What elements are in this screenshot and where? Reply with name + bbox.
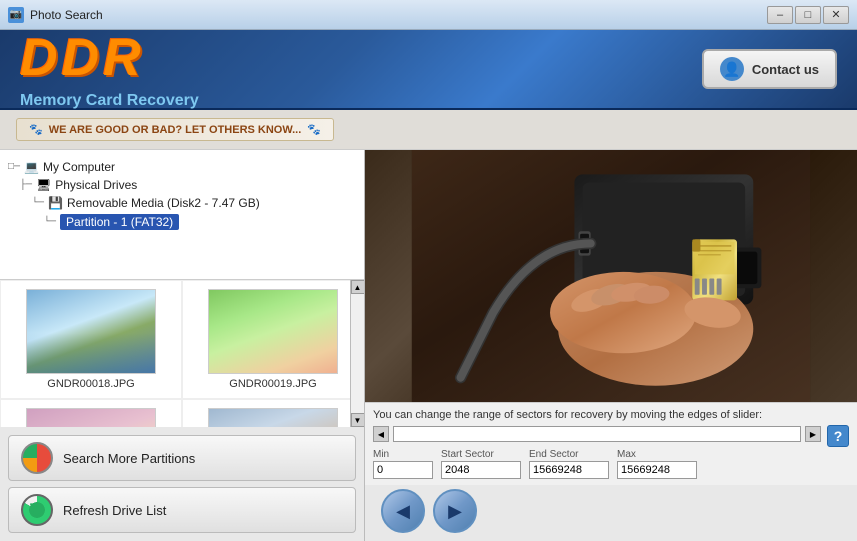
nav-buttons: ◀ ▶ bbox=[381, 489, 477, 533]
start-label: Start Sector bbox=[441, 449, 521, 460]
tree-connector-2: └─ bbox=[32, 198, 44, 209]
contact-label: Contact us bbox=[752, 62, 819, 77]
title-bar: 📷 Photo Search – □ ✕ bbox=[0, 0, 857, 30]
drives-icon: 🖥 bbox=[36, 178, 51, 192]
scroll-down-btn[interactable]: ▼ bbox=[351, 413, 365, 427]
tree-connector-0: □─ bbox=[8, 162, 20, 173]
tree-item-drives[interactable]: ├─ 🖥 Physical Drives bbox=[8, 176, 356, 194]
photo-thumb-4 bbox=[208, 408, 338, 427]
close-button[interactable]: ✕ bbox=[823, 6, 849, 24]
partition-label: Partition - 1 (FAT32) bbox=[60, 214, 179, 230]
help-button[interactable]: ? bbox=[827, 425, 849, 447]
start-sector-input[interactable] bbox=[441, 461, 521, 479]
tree-label-removable: Removable Media (Disk2 - 7.47 GB) bbox=[67, 196, 260, 210]
scroll-up-btn[interactable]: ▲ bbox=[351, 280, 365, 294]
min-sector-group: Min bbox=[373, 449, 433, 479]
photo-label-2: GNDR00019.JPG bbox=[229, 378, 316, 390]
grid-scrollbar[interactable]: ▲ ▼ bbox=[350, 280, 364, 427]
rating-icon-right: 🐾 bbox=[307, 123, 321, 136]
slider-track[interactable] bbox=[393, 426, 801, 442]
photo-cell-1[interactable]: GNDR00018.JPG bbox=[0, 280, 182, 399]
slider-left-btn[interactable]: ◀ bbox=[373, 426, 389, 442]
end-sector-input[interactable] bbox=[529, 461, 609, 479]
photo-cell-2[interactable]: GNDR00019.JPG bbox=[182, 280, 364, 399]
search-partitions-icon bbox=[21, 442, 53, 474]
window-title: Photo Search bbox=[30, 8, 767, 22]
tree-connector-1: ├─ bbox=[20, 180, 32, 191]
photo-preview bbox=[365, 150, 857, 402]
scrollbar-track bbox=[351, 294, 365, 413]
rating-icon-left: 🐾 bbox=[29, 123, 43, 136]
left-panel: □─ 💻 My Computer ├─ 🖥 Physical Drives └─… bbox=[0, 150, 365, 541]
app-subtitle: Memory Card Recovery bbox=[20, 92, 199, 110]
photo-grid: GNDR00018.JPG GNDR00019.JPG GNDR00020.JP… bbox=[0, 280, 364, 427]
title-buttons: – □ ✕ bbox=[767, 6, 849, 24]
photo-thumb-3 bbox=[26, 408, 156, 427]
recovery-controls: You can change the range of sectors for … bbox=[365, 402, 857, 485]
removable-icon: 💾 bbox=[48, 196, 63, 210]
prev-button[interactable]: ◀ bbox=[381, 489, 425, 533]
slider-right-btn[interactable]: ▶ bbox=[805, 426, 821, 442]
refresh-drive-icon: ↻ bbox=[21, 494, 53, 526]
preview-svg bbox=[365, 150, 857, 402]
min-label: Min bbox=[373, 449, 433, 460]
nav-buttons-row: ◀ ▶ bbox=[365, 485, 857, 541]
header-left: DDR Memory Card Recovery bbox=[20, 28, 199, 110]
max-label: Max bbox=[617, 449, 697, 460]
min-input[interactable] bbox=[373, 461, 433, 479]
max-input[interactable] bbox=[617, 461, 697, 479]
right-panel: You can change the range of sectors for … bbox=[365, 150, 857, 541]
recovery-instruction: You can change the range of sectors for … bbox=[373, 409, 849, 421]
photo-cell-3[interactable]: GNDR00020.JPG bbox=[0, 399, 182, 427]
photo-cell-4[interactable]: GNDR00021.JPG bbox=[182, 399, 364, 427]
search-partitions-label: Search More Partitions bbox=[63, 451, 195, 466]
rating-text: WE ARE GOOD OR BAD? LET OTHERS KNOW... bbox=[49, 124, 302, 136]
computer-icon: 💻 bbox=[24, 160, 39, 174]
app-logo: DDR bbox=[20, 28, 179, 88]
rating-section: 🐾 WE ARE GOOD OR BAD? LET OTHERS KNOW...… bbox=[0, 110, 857, 150]
refresh-drive-button[interactable]: ↻ Refresh Drive List bbox=[8, 487, 356, 533]
bottom-buttons: Search More Partitions ↻ Refresh Drive L… bbox=[0, 427, 364, 541]
tree-item-partition[interactable]: └─ Partition - 1 (FAT32) bbox=[8, 212, 356, 232]
next-button[interactable]: ▶ bbox=[433, 489, 477, 533]
rating-banner[interactable]: 🐾 WE ARE GOOD OR BAD? LET OTHERS KNOW...… bbox=[16, 118, 334, 141]
photo-thumb-2 bbox=[208, 289, 338, 374]
maximize-button[interactable]: □ bbox=[795, 6, 821, 24]
sd-card-image bbox=[365, 150, 857, 402]
end-label: End Sector bbox=[529, 449, 609, 460]
slider-row: ◀ ▶ bbox=[373, 426, 821, 442]
search-partitions-button[interactable]: Search More Partitions bbox=[8, 435, 356, 481]
app-icon: 📷 bbox=[8, 7, 24, 23]
refresh-drive-label: Refresh Drive List bbox=[63, 503, 166, 518]
photo-label-1: GNDR00018.JPG bbox=[47, 378, 134, 390]
photo-thumb-1 bbox=[26, 289, 156, 374]
main-content: □─ 💻 My Computer ├─ 🖥 Physical Drives └─… bbox=[0, 150, 857, 541]
tree-connector-3: └─ bbox=[44, 217, 56, 228]
tree-item-removable[interactable]: └─ 💾 Removable Media (Disk2 - 7.47 GB) bbox=[8, 194, 356, 212]
contact-icon: 👤 bbox=[720, 57, 744, 81]
max-sector-group: Max bbox=[617, 449, 697, 479]
tree-label-computer: My Computer bbox=[43, 160, 115, 174]
tree-label-drives: Physical Drives bbox=[55, 178, 137, 192]
start-sector-group: Start Sector bbox=[441, 449, 521, 479]
end-sector-group: End Sector bbox=[529, 449, 609, 479]
contact-button[interactable]: 👤 Contact us bbox=[702, 49, 837, 89]
header: DDR Memory Card Recovery 👤 Contact us bbox=[0, 30, 857, 110]
tree-view: □─ 💻 My Computer ├─ 🖥 Physical Drives └─… bbox=[0, 150, 364, 280]
minimize-button[interactable]: – bbox=[767, 6, 793, 24]
tree-item-computer[interactable]: □─ 💻 My Computer bbox=[8, 158, 356, 176]
sector-fields-row: Min Start Sector End Sector Max bbox=[373, 449, 849, 479]
